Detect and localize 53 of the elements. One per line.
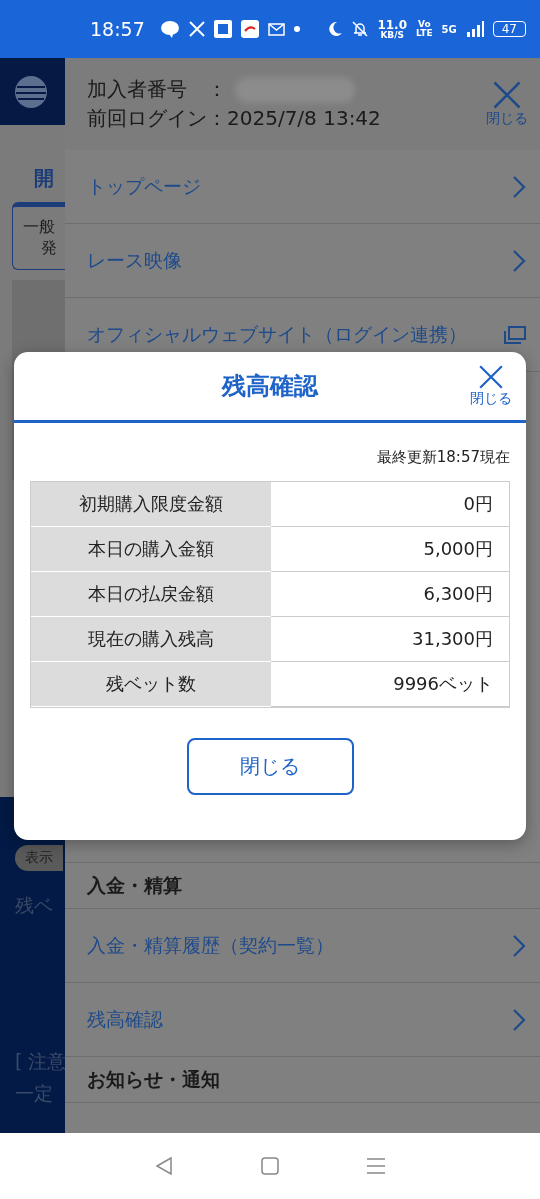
external-link-icon — [504, 325, 526, 344]
menu-link[interactable]: トップページ — [87, 173, 201, 200]
speed-unit: KB/S — [380, 30, 404, 40]
table-header-cell: 本日の払戻金額 — [31, 572, 271, 617]
volte-label: Vo — [417, 20, 431, 29]
table-cell: 31,300円 — [271, 617, 509, 662]
table-header-cell: 初期購入限度金額 — [31, 482, 271, 527]
note-text: 一定 — [15, 1081, 54, 1106]
signal-icon — [465, 21, 484, 37]
section-heading: お知らせ・通知 — [87, 1066, 220, 1092]
clock: 18:57 — [90, 18, 145, 40]
menu-link[interactable]: オフィシャルウェブサイト（ログイン連携） — [87, 321, 467, 348]
menu-link[interactable]: 入金・精算履歴（契約一覧） — [87, 932, 334, 959]
page-heading: 開 — [34, 165, 55, 192]
last-updated-text: 最終更新18:57現在 — [376, 448, 510, 467]
close-button[interactable]: 閉じる — [186, 738, 354, 795]
close-icon — [492, 80, 522, 110]
chevron-right-icon — [512, 174, 526, 199]
last-login-text: 前回ログイン：2025/7/8 13:42 — [87, 105, 382, 132]
info-label: 残ベ — [15, 893, 54, 918]
menu-link[interactable]: 残高確認 — [87, 1006, 163, 1033]
note-text: [ 注意 — [15, 1049, 65, 1074]
table-header-cell: 本日の購入金額 — [31, 527, 271, 572]
table-header-cell: 現在の購入残高 — [31, 617, 271, 662]
dot-icon — [293, 26, 300, 32]
member-number-label: 加入者番号 ： — [87, 76, 227, 103]
network-type: 5G — [441, 23, 457, 35]
close-button[interactable]: 閉じる — [470, 364, 512, 408]
table-header-cell: 残ベット数 — [31, 662, 271, 707]
moon-icon — [327, 21, 344, 37]
volte-label: LTE — [416, 29, 433, 38]
table-cell: 6,300円 — [271, 572, 509, 617]
chevron-right-icon — [512, 248, 526, 273]
mail-icon — [267, 22, 285, 36]
close-button[interactable]: 閉じる — [486, 80, 528, 128]
chevron-right-icon — [512, 1007, 526, 1032]
section-heading: 入金・精算 — [87, 872, 182, 898]
table-cell: 0円 — [271, 482, 509, 527]
menu-link[interactable]: レース映像 — [87, 247, 182, 274]
menu-icon[interactable] — [366, 1157, 387, 1175]
battery-level: 47 — [492, 21, 526, 37]
x-logo-icon — [188, 21, 205, 37]
back-icon[interactable] — [153, 1156, 174, 1176]
bell-off-icon — [352, 21, 369, 37]
close-icon — [478, 364, 504, 390]
chevron-right-icon — [512, 933, 526, 958]
home-icon[interactable] — [261, 1157, 279, 1175]
dialog-title: 残高確認 — [222, 371, 318, 402]
table-cell: 5,000円 — [271, 527, 509, 572]
globe-logo-icon — [14, 74, 48, 109]
chat-bubble-icon — [159, 20, 180, 38]
table-cell: 9996ベット — [271, 662, 509, 707]
network-speed: 11.0 — [377, 18, 407, 31]
